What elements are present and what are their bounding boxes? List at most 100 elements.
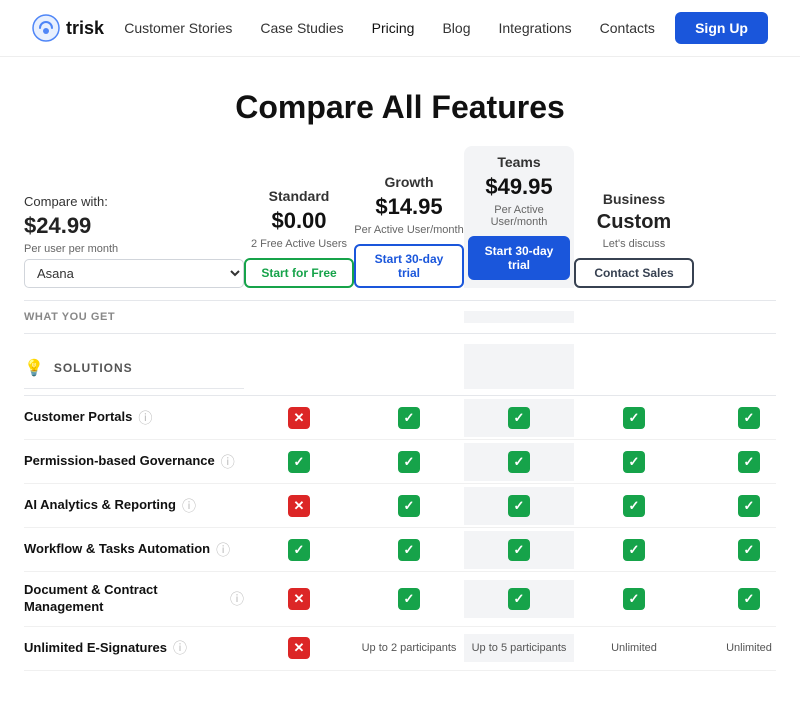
feature-esignatures-business-label: Unlimited (611, 642, 657, 654)
feature-row-customer-portals: Customer Portals ⓘ ✕ ✓ ✓ ✓ ✓ (24, 396, 776, 440)
plan-standard-btn[interactable]: Start for Free (244, 258, 354, 288)
check-green: ✓ (623, 539, 645, 561)
feature-document-standard: ✕ (244, 580, 354, 618)
check-green: ✓ (508, 451, 530, 473)
info-icon-ai[interactable]: ⓘ (182, 496, 196, 516)
check-green: ✓ (398, 539, 420, 561)
feature-document-growth: ✓ (354, 580, 464, 618)
plan-standard-price: $0.00 (271, 208, 326, 234)
compare-container: Compare with: $24.99 Per user per month … (0, 146, 800, 711)
check-red: ✕ (288, 495, 310, 517)
feature-row-permission: Permission-based Governance ⓘ ✓ ✓ ✓ ✓ ✓ (24, 440, 776, 484)
compare-with-label: Compare with: (24, 194, 244, 209)
check-green: ✓ (738, 495, 760, 517)
compare-with-select[interactable]: Asana Jira Monday (24, 259, 244, 288)
check-red: ✕ (288, 407, 310, 429)
feature-document-teams: ✓ (464, 580, 574, 618)
info-icon-workflow[interactable]: ⓘ (216, 540, 230, 560)
plan-growth-sub: Per Active User/month (354, 224, 463, 236)
feature-esignatures-growth-label: Up to 2 participants (362, 642, 457, 654)
feature-ai-growth: ✓ (354, 487, 464, 525)
check-green: ✓ (738, 588, 760, 610)
plan-growth-name: Growth (385, 174, 434, 190)
feature-customer-portals-teams: ✓ (464, 399, 574, 437)
nav-pricing[interactable]: Pricing (372, 20, 415, 36)
nav-case-studies[interactable]: Case Studies (260, 20, 343, 36)
feature-ai-business-checkmark: ✓ (574, 487, 694, 525)
check-green: ✓ (738, 407, 760, 429)
check-green: ✓ (623, 451, 645, 473)
info-icon-esignatures[interactable]: ⓘ (173, 638, 187, 658)
compare-with-col: Compare with: $24.99 Per user per month … (24, 194, 244, 288)
plan-teams-btn[interactable]: Start 30-day trial (468, 236, 570, 280)
check-red: ✕ (288, 588, 310, 610)
plan-growth-price: $14.95 (375, 194, 442, 220)
feature-permission-growth: ✓ (354, 443, 464, 481)
nav-integrations[interactable]: Integrations (498, 20, 571, 36)
feature-esignatures-business2-label: Unlimited (726, 642, 772, 654)
feature-ai-standard: ✕ (244, 487, 354, 525)
check-green: ✓ (508, 407, 530, 429)
plan-standard-sub: 2 Free Active Users (251, 238, 347, 250)
feature-customer-portals-name: Customer Portals (24, 409, 132, 426)
feature-esignatures-teams: Up to 5 participants (464, 634, 574, 662)
feature-esignatures-business2: Unlimited (694, 634, 800, 662)
feature-customer-portals-standard: ✕ (244, 399, 354, 437)
plan-business-price: Custom (597, 211, 671, 234)
what-you-get-label: WHAT YOU GET (24, 311, 244, 323)
navbar: trisk Customer Stories Case Studies Pric… (0, 0, 800, 57)
check-green: ✓ (738, 539, 760, 561)
what-you-get-row: WHAT YOU GET (24, 301, 776, 334)
feature-workflow-name: Workflow & Tasks Automation (24, 541, 210, 558)
check-green: ✓ (738, 451, 760, 473)
solutions-icon: 💡 (24, 358, 44, 378)
plan-business-header: Business Custom Let's discuss Contact Sa… (574, 191, 694, 288)
plan-business-name: Business (603, 191, 665, 207)
feature-row-document: Document & Contract Management ⓘ ✕ ✓ ✓ ✓… (24, 572, 776, 627)
plan-growth-btn[interactable]: Start 30-day trial (354, 244, 464, 288)
page-title: Compare All Features (16, 89, 784, 126)
check-green: ✓ (398, 451, 420, 473)
plan-standard-header: Standard $0.00 2 Free Active Users Start… (244, 188, 354, 288)
feature-esignatures-growth: Up to 2 participants (354, 634, 464, 662)
check-green: ✓ (508, 588, 530, 610)
feature-esignatures-standard: ✕ (244, 629, 354, 667)
logo-text: trisk (66, 18, 104, 39)
plan-standard-name: Standard (269, 188, 330, 204)
nav-customer-stories[interactable]: Customer Stories (124, 20, 232, 36)
feature-ai-business2: ✓ (694, 487, 800, 525)
plan-teams-header: Teams $49.95 Per Active User/month Start… (464, 146, 574, 288)
check-green: ✓ (398, 495, 420, 517)
plan-teams-price: $49.95 (485, 174, 552, 200)
plan-teams-sub: Per Active User/month (468, 204, 570, 228)
feature-esignatures-teams-label: Up to 5 participants (472, 642, 567, 654)
feature-document-business2: ✓ (694, 580, 800, 618)
solutions-title: SOLUTIONS (54, 361, 133, 375)
check-green: ✓ (508, 539, 530, 561)
check-green: ✓ (623, 495, 645, 517)
feature-permission-business2: ✓ (694, 443, 800, 481)
logo[interactable]: trisk (32, 14, 104, 42)
feature-esignatures-name: Unlimited E-Signatures (24, 640, 167, 657)
plan-business-btn[interactable]: Contact Sales (574, 258, 694, 288)
signup-button[interactable]: Sign Up (675, 12, 768, 44)
info-icon-customer-portals[interactable]: ⓘ (138, 408, 152, 428)
info-icon-permission[interactable]: ⓘ (221, 452, 235, 472)
check-green: ✓ (508, 495, 530, 517)
nav-blog[interactable]: Blog (442, 20, 470, 36)
feature-document-business-checkmark: ✓ (574, 580, 694, 618)
feature-ai-teams: ✓ (464, 487, 574, 525)
nav-links: Customer Stories Case Studies Pricing Bl… (124, 20, 655, 36)
feature-permission-teams: ✓ (464, 443, 574, 481)
feature-row-workflow: Workflow & Tasks Automation ⓘ ✓ ✓ ✓ ✓ ✓ (24, 528, 776, 572)
feature-permission-business-checkmark: ✓ (574, 443, 694, 481)
nav-contacts[interactable]: Contacts (600, 20, 655, 36)
plans-header: Compare with: $24.99 Per user per month … (24, 146, 776, 301)
compare-with-price: $24.99 (24, 213, 244, 239)
feature-row-ai: AI Analytics & Reporting ⓘ ✕ ✓ ✓ ✓ ✓ (24, 484, 776, 528)
page-title-section: Compare All Features (0, 57, 800, 146)
check-green: ✓ (623, 407, 645, 429)
info-icon-document[interactable]: ⓘ (230, 589, 244, 609)
feature-esignatures-business-checkmark: Unlimited (574, 634, 694, 662)
feature-customer-portals-business-checkmark: ✓ (574, 399, 694, 437)
